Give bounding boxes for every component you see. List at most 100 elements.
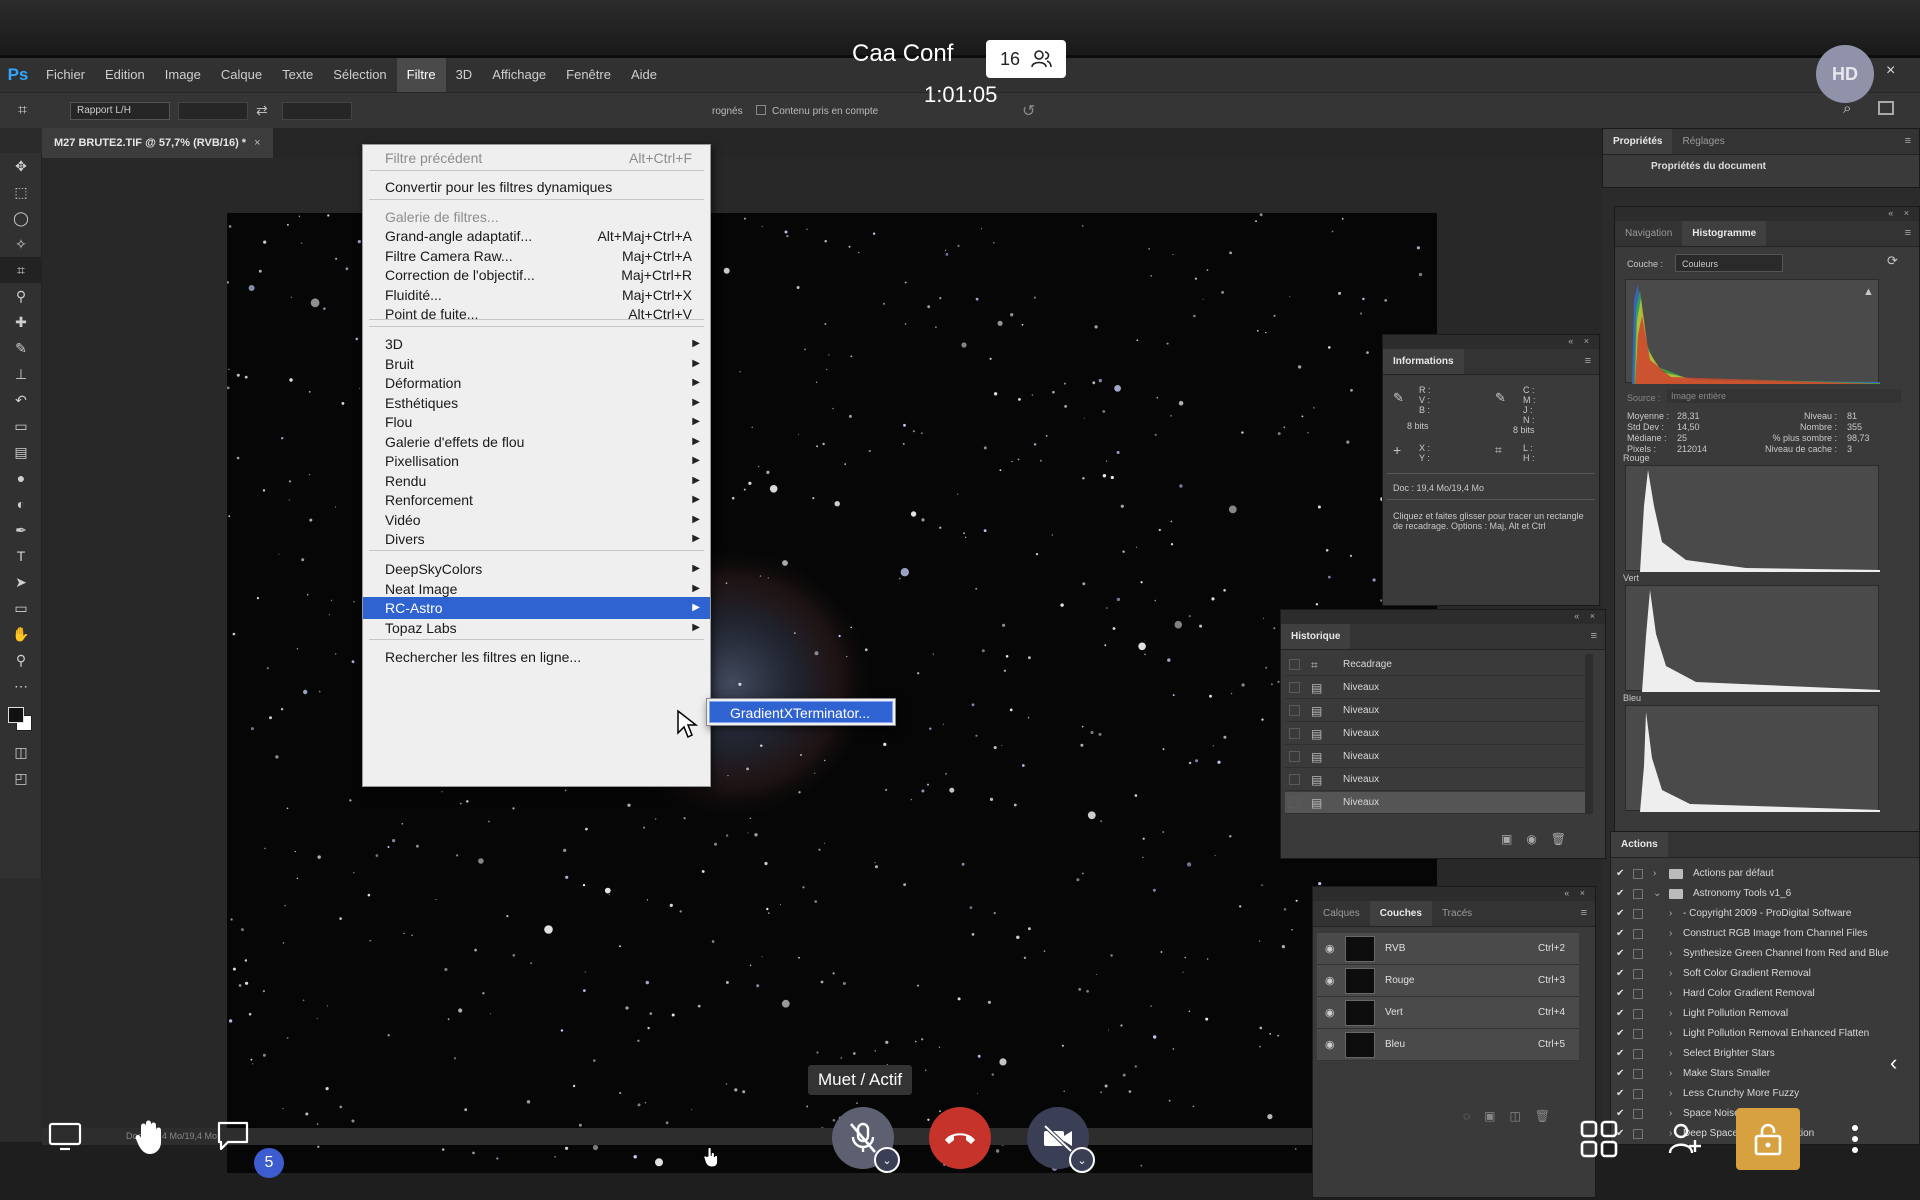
tab-proprietes[interactable]: Propriétés xyxy=(1603,129,1673,154)
more-options-icon[interactable] xyxy=(1850,1124,1860,1154)
channels-footer-icons[interactable]: ◌▣◫🗑 xyxy=(1463,1109,1564,1123)
menu-item-3d[interactable]: 3D ▶ xyxy=(363,333,710,355)
dialog-toggle[interactable] xyxy=(1633,889,1643,899)
chevron-right-icon[interactable]: › xyxy=(1653,864,1656,884)
brush-tool-icon[interactable]: ✎ xyxy=(0,335,42,361)
chevron-right-icon[interactable]: › xyxy=(1669,1044,1672,1064)
panel-controls-icon[interactable]: « × xyxy=(1888,208,1913,218)
dialog-toggle[interactable] xyxy=(1633,1049,1643,1059)
panel-controls-icon[interactable]: « × xyxy=(1568,336,1593,346)
panel-menu-icon[interactable]: ≡ xyxy=(1591,630,1597,642)
menu-item-rechercher-les-filtres-en-ligne[interactable]: Rechercher les filtres en ligne... xyxy=(363,646,710,668)
menu-item-divers[interactable]: Divers ▶ xyxy=(363,528,710,550)
magic-wand-icon[interactable]: ✧ xyxy=(0,231,42,257)
checkmark-icon[interactable]: ✔ xyxy=(1616,1064,1624,1084)
close-icon[interactable]: × xyxy=(1886,62,1895,80)
more-tools-icon[interactable]: ⋯ xyxy=(0,673,42,699)
checkmark-icon[interactable]: ✔ xyxy=(1616,964,1624,984)
lasso-tool-icon[interactable]: ◯ xyxy=(0,205,42,231)
chevron-down-icon[interactable]: ⌄ xyxy=(1069,1147,1095,1173)
eraser-icon[interactable]: ▭ xyxy=(0,413,42,439)
menu-item-rc-astro[interactable]: RC-Astro ▶ xyxy=(363,597,710,619)
checkmark-icon[interactable]: ✔ xyxy=(1616,864,1624,884)
tab-informations[interactable]: Informations xyxy=(1383,349,1464,374)
ratio-height-field[interactable] xyxy=(282,102,352,120)
stamp-tool-icon[interactable]: ⊥ xyxy=(0,361,42,387)
menu-filtre[interactable]: Filtre xyxy=(396,58,446,92)
chevron-right-icon[interactable]: › xyxy=(1669,1024,1672,1044)
checkmark-icon[interactable]: ✔ xyxy=(1616,904,1624,924)
blur-tool-icon[interactable]: ● xyxy=(0,465,42,491)
history-scrollbar[interactable] xyxy=(1585,654,1593,814)
healing-brush-icon[interactable]: ✚ xyxy=(0,309,42,335)
action-set[interactable]: ✔ › Actions par défaut xyxy=(1611,864,1911,884)
tab-traces[interactable]: Tracés xyxy=(1432,901,1482,926)
panel-menu-icon[interactable]: ≡ xyxy=(1581,907,1587,919)
menu-texte[interactable]: Texte xyxy=(272,58,323,92)
dialog-toggle[interactable] xyxy=(1633,929,1643,939)
dodge-tool-icon[interactable]: ◐ xyxy=(0,491,42,517)
menu-item-renforcement[interactable]: Renforcement ▶ xyxy=(363,489,710,511)
channel-row[interactable]: ◉ Rouge Ctrl+3 xyxy=(1317,965,1579,997)
action-item[interactable]: ✔ › Select Brighter Stars xyxy=(1611,1044,1911,1064)
swap-icon[interactable]: ⇄ xyxy=(256,102,268,119)
chevron-right-icon[interactable]: › xyxy=(1669,1084,1672,1104)
tab-actions[interactable]: Actions xyxy=(1611,832,1668,857)
foreground-color[interactable] xyxy=(8,707,24,723)
invite-icon[interactable] xyxy=(1668,1122,1702,1156)
checkmark-icon[interactable]: ✔ xyxy=(1616,1024,1624,1044)
tile-view-icon[interactable] xyxy=(1580,1120,1618,1158)
checkmark-icon[interactable]: ✔ xyxy=(1616,924,1624,944)
menu-item-point-de-fuite[interactable]: Point de fuite... Alt+Ctrl+V xyxy=(363,303,710,325)
chevron-right-icon[interactable]: › xyxy=(1669,1004,1672,1024)
action-item[interactable]: ✔ › Synthesize Green Channel from Red and … xyxy=(1611,944,1911,964)
checkmark-icon[interactable]: ✔ xyxy=(1616,1044,1624,1064)
tab-navigation[interactable]: Navigation xyxy=(1615,221,1682,246)
chevron-right-icon[interactable]: › xyxy=(1669,964,1672,984)
action-set[interactable]: ✔ ⌄ Astronomy Tools v1_6 xyxy=(1611,884,1911,904)
hand-tool-icon[interactable]: ✋ xyxy=(0,621,42,647)
menu-aide[interactable]: Aide xyxy=(621,58,667,92)
gradient-tool-icon[interactable]: ▤ xyxy=(0,439,42,465)
dialog-toggle[interactable] xyxy=(1633,1069,1643,1079)
dialog-toggle[interactable] xyxy=(1633,1089,1643,1099)
history-item[interactable]: ▤ Niveaux xyxy=(1285,723,1585,745)
chevron-right-icon[interactable]: › xyxy=(1669,904,1672,924)
menu-edition[interactable]: Edition xyxy=(95,58,155,92)
dialog-toggle[interactable] xyxy=(1633,1009,1643,1019)
menu-item-convertir-pour-les-filtres-dynamiques[interactable]: Convertir pour les filtres dynamiques xyxy=(363,176,710,198)
chat-icon[interactable] xyxy=(216,1120,250,1152)
menu-item-grand-angle-adaptatif[interactable]: Grand-angle adaptatif... Alt+Maj+Ctrl+A xyxy=(363,225,710,247)
checkmark-icon[interactable]: ✔ xyxy=(1616,1084,1624,1104)
security-button[interactable] xyxy=(1736,1108,1800,1170)
tab-histogramme[interactable]: Histogramme xyxy=(1682,221,1767,246)
history-item[interactable]: ▤ Niveaux xyxy=(1285,700,1585,722)
chevron-right-icon[interactable]: › xyxy=(1669,924,1672,944)
document-tab[interactable]: M27 BRUTE2.TIF @ 57,7% (RVB/16) * × xyxy=(42,128,273,158)
action-item[interactable]: ✔ › Light Pollution Removal Enhanced Flatt… xyxy=(1611,1024,1911,1044)
action-item[interactable]: ✔ › Hard Color Gradient Removal xyxy=(1611,984,1911,1004)
chevron-right-icon[interactable]: › xyxy=(1669,1104,1672,1124)
shape-tool-icon[interactable]: ▭ xyxy=(0,595,42,621)
channel-row[interactable]: ◉ Vert Ctrl+4 xyxy=(1317,997,1579,1029)
chevron-down-icon[interactable]: ⌄ xyxy=(874,1147,900,1173)
content-aware-checkbox[interactable] xyxy=(756,105,766,115)
eye-icon[interactable]: ◉ xyxy=(1325,933,1335,965)
menu-item-pixellisation[interactable]: Pixellisation ▶ xyxy=(363,450,710,472)
menu-item-topaz-labs[interactable]: Topaz Labs ▶ xyxy=(363,617,710,639)
chevron-left-icon[interactable]: ‹ xyxy=(1890,1050,1897,1076)
dialog-toggle[interactable] xyxy=(1633,869,1643,879)
checkmark-icon[interactable]: ✔ xyxy=(1616,1004,1624,1024)
menu-item-correction-de-l-objectif[interactable]: Correction de l'objectif... Maj+Ctrl+R xyxy=(363,264,710,286)
dialog-toggle[interactable] xyxy=(1633,1029,1643,1039)
action-item[interactable]: ✔ › - Copyright 2009 - ProDigital Software xyxy=(1611,904,1911,924)
menu-fichier[interactable]: Fichier xyxy=(36,58,95,92)
raise-hand-icon[interactable] xyxy=(133,1118,167,1156)
action-item[interactable]: ✔ › Make Stars Smaller xyxy=(1611,1064,1911,1084)
eyedropper-icon[interactable]: ⚲ xyxy=(0,283,42,309)
path-select-icon[interactable]: ➤ xyxy=(0,569,42,595)
menu-item-filtre-pr-c-dent[interactable]: Filtre précédent Alt+Ctrl+F xyxy=(363,147,710,169)
channel-select[interactable]: Couleurs xyxy=(1675,254,1783,272)
ratio-select[interactable]: Rapport L/H xyxy=(70,102,170,120)
avatar[interactable]: HD xyxy=(1816,45,1874,103)
